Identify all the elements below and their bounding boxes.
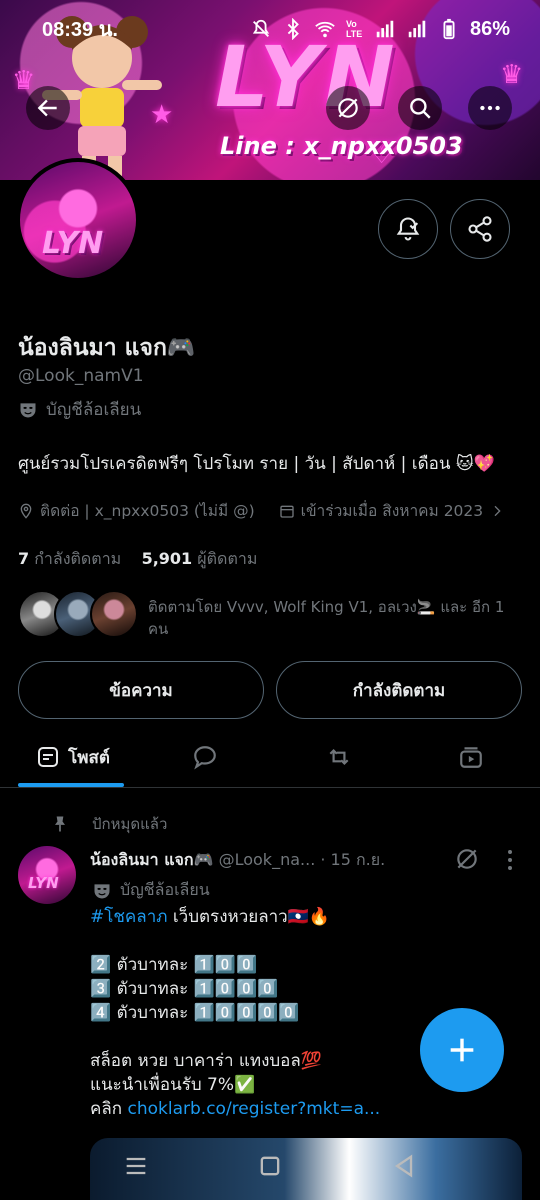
post-author-avatar[interactable]: LYN bbox=[18, 846, 76, 904]
post-author-handle[interactable]: @Look_na... bbox=[219, 850, 316, 869]
pin-icon bbox=[55, 816, 65, 832]
post-avatar-text: LYN bbox=[28, 874, 59, 892]
tab-replies[interactable] bbox=[180, 727, 230, 787]
back-button[interactable] bbox=[26, 86, 70, 130]
tabs-divider bbox=[0, 787, 540, 788]
post-header: น้องลินมา แจก🎮 @Look_na... · 15 ก.ย. bbox=[90, 848, 385, 873]
volte-icon: Vo LTE bbox=[345, 19, 363, 39]
tab-posts-label: โพสต์ bbox=[68, 747, 110, 768]
followed-by-text: ติดตามโดย Vvvv, Wolf King V1, อลเวง🚬 และ… bbox=[148, 598, 505, 638]
following-count[interactable]: 7 bbox=[18, 549, 29, 568]
followers-label[interactable]: ผู้ติดตาม bbox=[197, 549, 257, 568]
location-pin-icon bbox=[20, 503, 32, 519]
compose-button[interactable] bbox=[420, 1008, 504, 1092]
signal-icon bbox=[376, 20, 394, 38]
search-button[interactable] bbox=[398, 86, 442, 130]
avatar-logo-text: LYN bbox=[42, 226, 104, 261]
battery-percent: 86% bbox=[469, 17, 510, 40]
star-decoration-icon: ★ bbox=[150, 100, 174, 130]
battery-icon bbox=[443, 18, 455, 40]
parody-label-text: บัญชีล้อเลียน bbox=[46, 400, 142, 420]
post-line-1: เว็บตรงหวยลาว🇱🇦🔥 bbox=[167, 907, 331, 927]
joined-date: เข้าร่วมเมื่อ สิงหาคม 2023 bbox=[300, 502, 484, 520]
post-hashtag[interactable]: #โชคลาภ bbox=[90, 907, 167, 927]
posts-icon bbox=[38, 747, 59, 767]
grok-button[interactable] bbox=[326, 86, 370, 130]
follow-counts: 7 กำลังติดตาม 5,901 ผู้ติดตาม bbox=[18, 547, 257, 572]
more-icon bbox=[480, 105, 500, 111]
reply-bubble-icon bbox=[194, 746, 216, 770]
tab-posts[interactable]: โพสต์ bbox=[18, 727, 128, 787]
post-line-3: 3️⃣ ตัวบาทละ 1️⃣0️⃣0️⃣0️⃣ bbox=[90, 979, 279, 999]
post-parody-label: บัญชีล้อเลียน bbox=[92, 878, 210, 903]
bell-check-icon bbox=[396, 217, 420, 241]
back-arrow-icon bbox=[37, 99, 57, 117]
display-name: น้องลินมา แจก🎮 bbox=[18, 335, 196, 361]
media-icon bbox=[460, 747, 482, 768]
mask-icon bbox=[20, 402, 36, 417]
clock: 08:39 น. bbox=[42, 19, 118, 41]
recents-icon[interactable] bbox=[122, 1152, 150, 1180]
calendar-icon bbox=[279, 505, 294, 518]
wifi-icon bbox=[315, 21, 335, 38]
notifications-button[interactable] bbox=[378, 199, 438, 259]
post-more-icon[interactable] bbox=[500, 848, 520, 872]
followers-count[interactable]: 5,901 bbox=[142, 549, 193, 568]
plus-icon bbox=[450, 1038, 474, 1062]
pinned-label: ปักหมุดแล้ว bbox=[92, 815, 168, 833]
share-button[interactable] bbox=[450, 199, 510, 259]
mute-icon bbox=[252, 19, 270, 37]
following-button[interactable]: กำลังติดตาม bbox=[276, 661, 522, 719]
post-line-2: 2️⃣ ตัวบาทละ 1️⃣0️⃣0️⃣ bbox=[90, 955, 258, 975]
share-icon bbox=[468, 216, 492, 242]
post-date: · 15 ก.ย. bbox=[320, 850, 386, 869]
post-link[interactable]: choklarb.co/register?mkt=a... bbox=[128, 1099, 381, 1119]
follower-avatar bbox=[90, 590, 138, 638]
profile-avatar[interactable]: LYN bbox=[16, 158, 140, 282]
grok-icon bbox=[338, 98, 358, 118]
followed-by-row[interactable]: ติดตามโดย Vvvv, Wolf King V1, อลเวง🚬 และ… bbox=[18, 590, 528, 640]
post-media-image[interactable] bbox=[90, 1138, 522, 1200]
status-bar: 08:39 น. Vo LTE 86% bbox=[0, 0, 540, 58]
message-button[interactable]: ข้อความ bbox=[18, 661, 264, 719]
following-label[interactable]: กำลังติดตาม bbox=[34, 549, 121, 568]
profile-meta: ติดต่อ | x_npxx0503 (ไม่มี @) เข้าร่วมเม… bbox=[18, 498, 505, 523]
more-button[interactable] bbox=[468, 86, 512, 130]
signal-icon bbox=[408, 20, 426, 38]
username: @Look_namV1 bbox=[18, 366, 144, 386]
bluetooth-icon bbox=[287, 18, 299, 40]
pinned-indicator: ปักหมุดแล้ว bbox=[50, 812, 167, 836]
post-author-name[interactable]: น้องลินมา แจก🎮 bbox=[90, 850, 214, 869]
post-line-7: คลิก bbox=[90, 1099, 128, 1119]
mask-icon bbox=[94, 883, 110, 898]
post-parody-text: บัญชีล้อเลียน bbox=[120, 880, 210, 899]
home-icon[interactable] bbox=[256, 1152, 284, 1180]
banner-line-id: Line : x_npxx0503 bbox=[220, 132, 463, 160]
tab-media[interactable] bbox=[446, 727, 496, 787]
chevron-right-icon[interactable] bbox=[489, 503, 505, 519]
tab-reposts[interactable] bbox=[314, 727, 364, 787]
profile-tabs: โพสต์ bbox=[0, 727, 540, 787]
repost-icon bbox=[329, 748, 349, 766]
crown-decoration-icon: ♛ bbox=[500, 60, 524, 90]
search-icon bbox=[410, 98, 431, 119]
parody-label: บัญชีล้อเลียน bbox=[18, 396, 141, 423]
back-nav-icon[interactable] bbox=[390, 1152, 418, 1180]
bio: ศูนย์รวมโปรเครดิตฟรีๆ โปรโมท ราย | วัน |… bbox=[18, 454, 495, 474]
location-text: ติดต่อ | x_npxx0503 (ไม่มี @) bbox=[40, 502, 255, 520]
grok-icon[interactable] bbox=[454, 846, 480, 872]
